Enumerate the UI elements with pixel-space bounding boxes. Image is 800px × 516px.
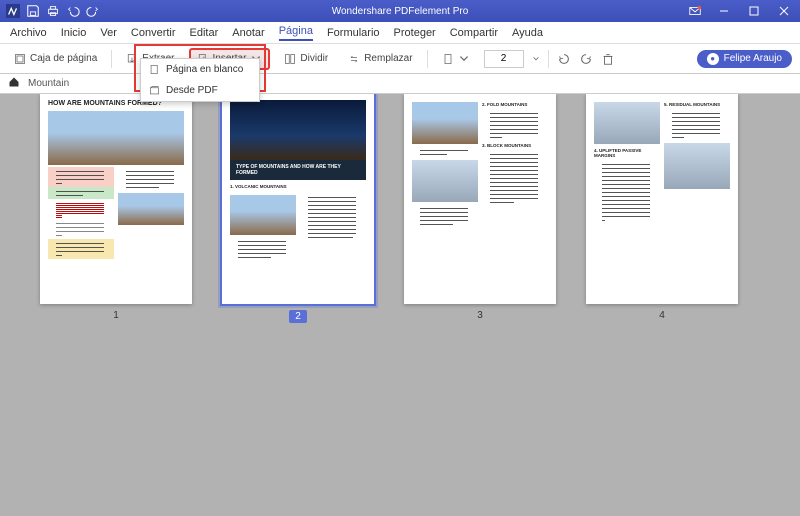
thumbnail-col-4: 4. UPLIFTED PASSIVE MARGINS ▬▬▬▬▬▬▬▬▬▬▬▬…: [586, 94, 738, 323]
page-thumbnails-area: HOW ARE MOUNTAINS FORMED? ▬▬▬▬▬▬▬▬▬▬▬▬▬▬…: [0, 94, 800, 516]
maximize-button[interactable]: [740, 1, 768, 21]
delete-icon[interactable]: [601, 52, 615, 66]
chevron-down-icon[interactable]: [532, 55, 540, 63]
menu-convertir[interactable]: Convertir: [131, 27, 176, 39]
pagebox-label: Caja de página: [30, 53, 97, 64]
page-thumbnail-2[interactable]: TYPE OF MOUNTAINS AND HOW ARE THEY FORME…: [222, 94, 374, 304]
page2-text: ▬▬▬▬▬▬▬▬▬▬▬▬▬▬▬▬▬▬▬▬▬▬▬▬▬▬▬▬▬▬▬▬▬▬▬▬▬▬▬▬…: [230, 237, 296, 261]
dropdown-frompdf-label: Desde PDF: [166, 85, 218, 96]
breadcrumb-doc[interactable]: Mountain: [28, 78, 69, 89]
menu-pagina[interactable]: Página: [279, 25, 313, 41]
redo-icon[interactable]: [86, 4, 100, 18]
title-bar: Wondershare PDFelement Pro: [0, 0, 800, 22]
page2-text: ▬▬▬▬▬▬▬▬▬▬▬▬▬▬▬▬▬▬▬▬▬▬▬▬▬▬▬▬▬▬▬▬▬▬▬▬▬▬▬▬…: [300, 193, 366, 241]
separator: [111, 50, 112, 68]
page-number-1: 1: [113, 310, 119, 321]
toolbar: Caja de página Extraer Insertar Dividir …: [0, 44, 800, 74]
chevron-down-icon: [458, 53, 470, 65]
page-thumbnail-3[interactable]: ▬▬▬▬▬▬▬▬▬▬▬▬▬▬▬▬▬▬▬▬▬▬▬▬▬ ▬▬▬▬▬▬▬▬▬▬▬▬▬▬…: [404, 94, 556, 304]
page3-text: ▬▬▬▬▬▬▬▬▬▬▬▬▬▬▬▬▬▬▬▬▬▬▬▬▬▬▬▬▬▬▬▬▬▬▬▬▬▬▬▬…: [482, 150, 548, 206]
replace-label: Remplazar: [364, 53, 412, 64]
rotate-right-icon[interactable]: [579, 52, 593, 66]
page1-text: ▬▬▬▬▬▬▬▬▬▬▬▬▬▬▬▬▬▬▬▬▬▬▬▬▬▬▬▬▬▬▬▬▬▬▬▬▬▬▬▬…: [48, 239, 114, 259]
page-number-3: 3: [477, 310, 483, 321]
page1-text: ▬▬▬▬▬▬▬▬▬▬▬▬▬▬▬▬▬▬▬▬▬▬▬▬▬▬▬▬▬▬▬▬▬▬▬▬▬▬▬▬…: [118, 167, 184, 191]
page1-text: ▬▬▬▬▬▬▬▬▬▬▬▬▬▬▬▬▬▬▬▬▬▬▬▬▬▬▬▬▬▬▬▬▬▬▬▬▬▬▬▬…: [48, 167, 114, 187]
page-thumbnail-1[interactable]: HOW ARE MOUNTAINS FORMED? ▬▬▬▬▬▬▬▬▬▬▬▬▬▬…: [40, 94, 192, 304]
menu-proteger[interactable]: Proteger: [394, 27, 436, 39]
menu-ver[interactable]: Ver: [100, 27, 117, 39]
print-icon[interactable]: [46, 4, 60, 18]
notification-icon[interactable]: [688, 4, 702, 18]
split-button[interactable]: Dividir: [278, 50, 334, 68]
separator: [548, 50, 549, 68]
page1-text: ▬▬▬▬▬▬▬▬▬▬▬▬▬▬▬▬▬▬▬▬▬▬▬▬▬: [48, 187, 114, 199]
minimize-button[interactable]: [710, 1, 738, 21]
dropdown-blank-label: Página en blanco: [166, 64, 243, 75]
menu-inicio[interactable]: Inicio: [61, 27, 87, 39]
page-icon-button[interactable]: [436, 50, 476, 68]
dropdown-blank-page[interactable]: Página en blanco: [141, 59, 259, 80]
page2-band: TYPE OF MOUNTAINS AND HOW ARE THEY FORME…: [230, 160, 366, 180]
breadcrumb-bar: Mountain: [0, 74, 800, 94]
page4-image: [594, 102, 660, 144]
page-thumbnail-4[interactable]: 4. UPLIFTED PASSIVE MARGINS ▬▬▬▬▬▬▬▬▬▬▬▬…: [586, 94, 738, 304]
page3-image: [412, 102, 478, 144]
split-label: Dividir: [300, 53, 328, 64]
thumbnail-col-3: ▬▬▬▬▬▬▬▬▬▬▬▬▬▬▬▬▬▬▬▬▬▬▬▬▬ ▬▬▬▬▬▬▬▬▬▬▬▬▬▬…: [404, 94, 556, 323]
dropdown-from-pdf[interactable]: Desde PDF: [141, 80, 259, 101]
separator: [427, 50, 428, 68]
menu-anotar[interactable]: Anotar: [232, 27, 264, 39]
page-number-4: 4: [659, 310, 665, 321]
menu-bar: Archivo Inicio Ver Convertir Editar Anot…: [0, 22, 800, 44]
user-name: Felipe Araujo: [724, 53, 782, 64]
avatar-icon: ●: [707, 53, 719, 65]
app-title: Wondershare PDFelement Pro: [332, 6, 469, 17]
close-button[interactable]: [770, 1, 798, 21]
pagebox-button[interactable]: Caja de página: [8, 50, 103, 68]
menu-compartir[interactable]: Compartir: [450, 27, 498, 39]
page-number-2: 2: [289, 310, 307, 323]
titlebar-right-icons: [688, 1, 800, 21]
page1-text: ▬▬▬▬▬▬▬▬▬▬▬▬▬▬▬▬▬▬▬▬▬▬▬▬▬▬▬▬▬▬▬▬▬▬▬▬▬▬▬▬…: [48, 199, 114, 219]
replace-button[interactable]: Remplazar: [342, 50, 418, 68]
page4-text: ▬▬▬▬▬▬▬▬▬▬▬▬▬▬▬▬▬▬▬▬▬▬▬▬▬▬▬▬▬▬▬▬▬▬▬▬▬▬▬▬…: [664, 109, 730, 141]
page1-image2: [118, 193, 184, 225]
page2-subtitle: 1. VOLCANIC MOUNTAINS: [222, 180, 374, 193]
user-pill[interactable]: ● Felipe Araujo: [697, 50, 792, 68]
thumbnail-col-2: TYPE OF MOUNTAINS AND HOW ARE THEY FORME…: [222, 94, 374, 323]
page1-image: [48, 111, 184, 165]
titlebar-left-icons: [0, 4, 100, 18]
insert-dropdown: Página en blanco Desde PDF: [140, 58, 260, 102]
page3-text: ▬▬▬▬▬▬▬▬▬▬▬▬▬▬▬▬▬▬▬▬▬▬▬▬▬: [412, 146, 478, 158]
page3-text: ▬▬▬▬▬▬▬▬▬▬▬▬▬▬▬▬▬▬▬▬▬▬▬▬▬▬▬▬▬▬▬▬▬▬▬▬▬▬▬▬…: [412, 204, 478, 228]
app-logo-icon: [6, 4, 20, 18]
menu-formulario[interactable]: Formulario: [327, 27, 380, 39]
page3-image2: [412, 160, 478, 202]
page2-image2: [230, 195, 296, 235]
menu-editar[interactable]: Editar: [190, 27, 219, 39]
page4-text: ▬▬▬▬▬▬▬▬▬▬▬▬▬▬▬▬▬▬▬▬▬▬▬▬▬▬▬▬▬▬▬▬▬▬▬▬▬▬▬▬…: [594, 160, 660, 224]
thumbnail-col-1: HOW ARE MOUNTAINS FORMED? ▬▬▬▬▬▬▬▬▬▬▬▬▬▬…: [40, 94, 192, 323]
rotate-left-icon[interactable]: [557, 52, 571, 66]
page4-sub2: 5. RESIDUAL MOUNTAINS: [664, 100, 730, 109]
menu-ayuda[interactable]: Ayuda: [512, 27, 543, 39]
home-icon[interactable]: [8, 76, 20, 91]
page3-sub1: 2. FOLD MOUNTAINS: [482, 100, 548, 109]
page2-image: [230, 100, 366, 160]
page4-sub1: 4. UPLIFTED PASSIVE MARGINS: [594, 146, 660, 160]
page4-image2: [664, 143, 730, 189]
page1-text: ▬▬▬▬▬▬▬▬▬▬▬▬▬▬▬▬▬▬▬▬▬▬▬▬▬▬▬▬▬▬▬▬▬▬▬▬▬▬▬▬…: [48, 219, 114, 239]
page-number-input[interactable]: [484, 50, 524, 68]
menu-archivo[interactable]: Archivo: [10, 27, 47, 39]
save-icon[interactable]: [26, 4, 40, 18]
undo-icon[interactable]: [66, 4, 80, 18]
page3-text: ▬▬▬▬▬▬▬▬▬▬▬▬▬▬▬▬▬▬▬▬▬▬▬▬▬▬▬▬▬▬▬▬▬▬▬▬▬▬▬▬…: [482, 109, 548, 141]
page3-sub2: 3. BLOCK MOUNTAINS: [482, 141, 548, 150]
